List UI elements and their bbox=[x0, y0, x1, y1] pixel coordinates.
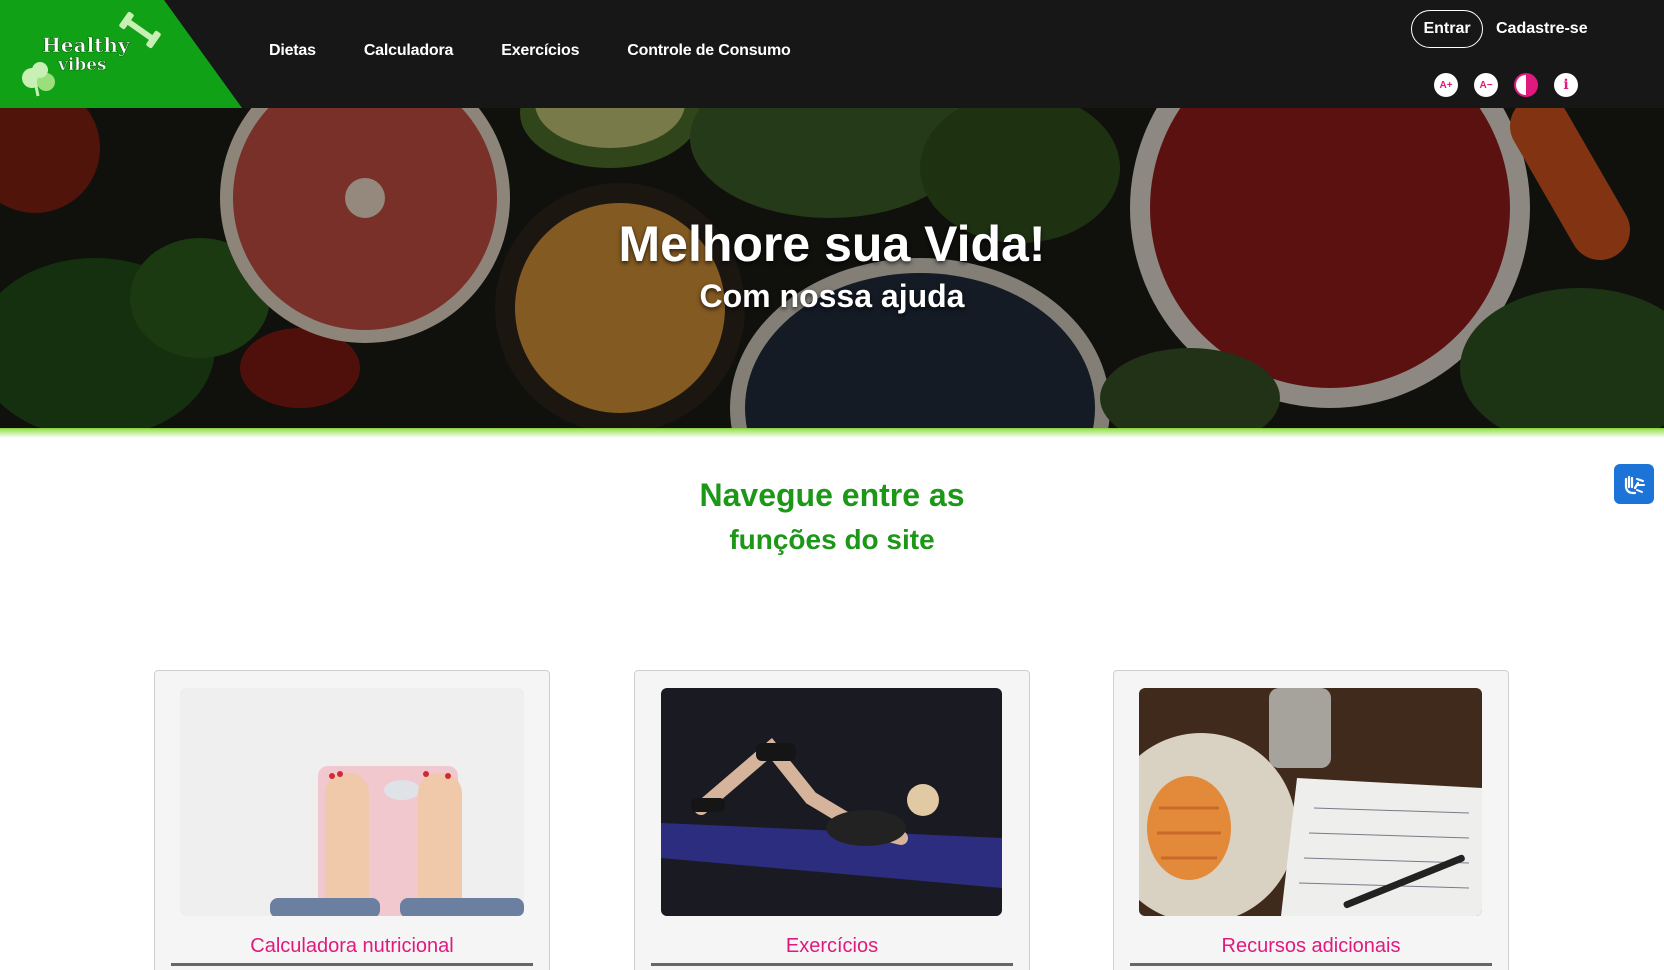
hero-subtitle: Com nossa ajuda bbox=[699, 278, 965, 314]
card-label[interactable]: Calculadora nutricional bbox=[155, 935, 549, 958]
card-label[interactable]: Recursos adicionais bbox=[1114, 935, 1508, 958]
nav-calculadora[interactable]: Calculadora bbox=[364, 42, 454, 60]
card-exercicios[interactable]: Exercícios bbox=[634, 670, 1030, 970]
hero-title: Melhore sua Vida! bbox=[618, 216, 1046, 272]
login-button[interactable]: Entrar bbox=[1411, 10, 1483, 48]
hero-divider bbox=[0, 428, 1664, 438]
section-title: Navegue entre as bbox=[699, 477, 965, 513]
nav-dietas[interactable]: Dietas bbox=[269, 42, 316, 60]
card-label[interactable]: Exercícios bbox=[635, 935, 1029, 958]
logo-text-1: Healthy bbox=[42, 33, 131, 57]
card-recursos[interactable]: Recursos adicionais bbox=[1113, 670, 1509, 970]
info-icon[interactable]: i bbox=[1554, 73, 1578, 97]
signup-link[interactable]: Cadastre-se bbox=[1496, 20, 1588, 38]
font-increase-icon[interactable]: A+ bbox=[1434, 73, 1458, 97]
card-divider bbox=[171, 963, 533, 966]
nav-controle-consumo[interactable]: Controle de Consumo bbox=[627, 42, 791, 60]
scale-photo bbox=[180, 688, 524, 916]
workout-photo bbox=[661, 688, 1002, 916]
contrast-icon[interactable] bbox=[1514, 73, 1538, 97]
hero-banner: Melhore sua Vida! Com nossa ajuda bbox=[0, 108, 1664, 429]
logo-text-2: vibes bbox=[57, 55, 107, 75]
sign-language-hands-icon[interactable] bbox=[1614, 464, 1654, 504]
card-calculadora[interactable]: Calculadora nutricional bbox=[154, 670, 550, 970]
site-header: Healthy vibes Dietas Calculadora Exercíc… bbox=[0, 0, 1664, 108]
logo[interactable]: Healthy vibes bbox=[0, 0, 242, 108]
food-log-photo bbox=[1139, 688, 1482, 916]
card-divider bbox=[651, 963, 1013, 966]
main-nav: Dietas Calculadora Exercícios Controle d… bbox=[269, 42, 839, 60]
nav-exercicios[interactable]: Exercícios bbox=[501, 42, 579, 60]
section-subtitle: funções do site bbox=[729, 524, 935, 555]
card-divider bbox=[1130, 963, 1492, 966]
font-decrease-icon[interactable]: A− bbox=[1474, 73, 1498, 97]
